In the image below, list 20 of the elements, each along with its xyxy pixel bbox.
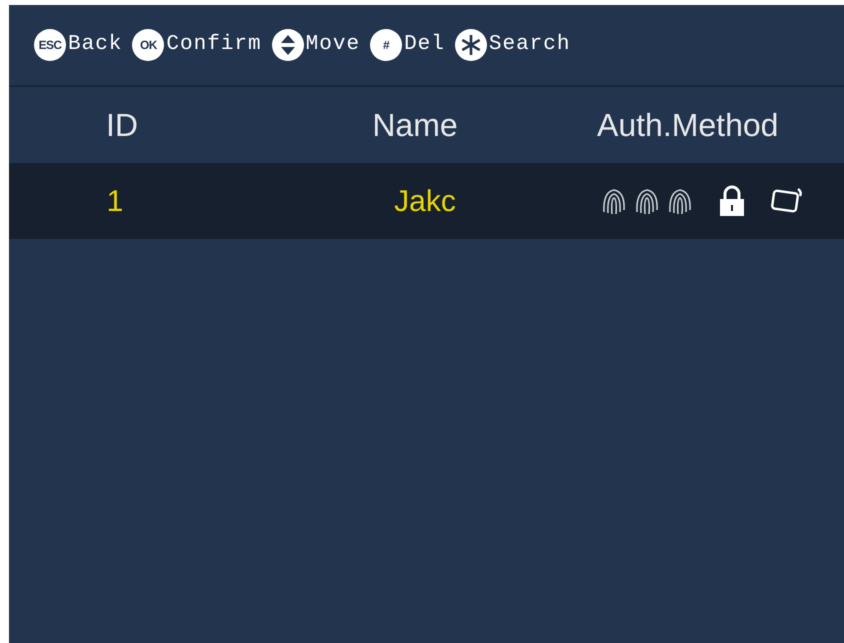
- name-cell-text: Jakc: [393, 184, 457, 220]
- key-badge: OK: [132, 29, 164, 61]
- fingerprint-icon: [667, 186, 693, 216]
- hint-label: Del: [404, 32, 445, 58]
- hint-label: Confirm: [166, 32, 262, 58]
- id-cell-text: 1: [106, 184, 124, 220]
- column-header: ID: [105, 106, 139, 145]
- asterisk-icon: [454, 29, 487, 61]
- padlock-icon: [718, 185, 746, 217]
- key-badge: ESC: [34, 29, 66, 61]
- table-row[interactable]: 1 Jakc: [9, 163, 844, 239]
- column-header: Name: [371, 106, 459, 145]
- hint-label: Move: [306, 32, 360, 58]
- fingerprint-icon: [601, 186, 627, 216]
- column-header: Auth.Method: [596, 106, 778, 145]
- fingerprint-icon: [634, 186, 660, 216]
- key-badge: #: [370, 29, 402, 61]
- up-down-icon: [272, 29, 304, 61]
- hint-label: Back: [68, 32, 122, 58]
- hint-label: Search: [488, 32, 570, 58]
